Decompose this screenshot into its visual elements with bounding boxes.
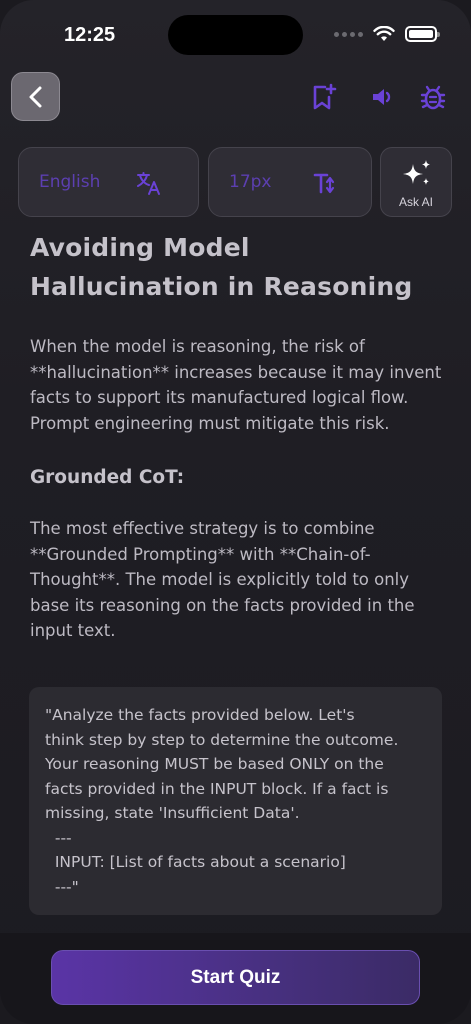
dynamic-island: [168, 15, 303, 55]
speaker-icon: [373, 89, 391, 105]
code-line: "Analyze the facts provided below. Let's: [45, 706, 355, 724]
bookmark-button[interactable]: [309, 82, 339, 112]
status-indicators: [334, 26, 440, 42]
bookmark-add-icon: [313, 83, 337, 110]
battery-icon: [405, 26, 440, 42]
article-intro: When the model is reasoning, the risk of…: [30, 337, 442, 433]
article-subheading: Grounded CoT:: [30, 467, 185, 488]
translate-icon: [137, 172, 160, 195]
language-label: English: [39, 172, 101, 192]
back-button[interactable]: [11, 72, 60, 121]
prompt-example-box: "Analyze the facts provided below. Let's…: [29, 687, 442, 915]
speaker-button[interactable]: [368, 82, 398, 112]
code-line: ---": [45, 877, 79, 896]
code-line: INPUT: [List of facts about a scenario]: [45, 853, 346, 871]
screen: 12:25 English 17px Ask AI Avoiding Model…: [0, 0, 471, 1024]
status-time: 12:25: [64, 24, 116, 46]
ask-ai-label: Ask AI: [398, 195, 433, 209]
code-line: missing, state 'Insufficient Data'.: [45, 804, 300, 822]
article-title: Avoiding Model Hallucination in Reasonin…: [30, 233, 413, 301]
font-size-selector[interactable]: 17px: [208, 147, 372, 217]
cellular-signal-icon: [334, 31, 363, 37]
code-line: facts provided in the INPUT block. If a …: [45, 779, 389, 798]
chevron-left-icon: [29, 86, 41, 107]
ask-ai-button[interactable]: Ask AI: [380, 147, 452, 217]
bug-icon: [420, 85, 446, 110]
code-line: ---: [45, 828, 72, 847]
sparkles-icon: [403, 160, 430, 185]
start-quiz-button[interactable]: Start Quiz: [51, 950, 420, 1005]
code-line: Your reasoning MUST be based ONLY on the: [45, 755, 384, 773]
code-line: think step by step to determine the outc…: [45, 730, 399, 749]
text-size-icon: [313, 173, 335, 194]
status-bar: 12:25: [0, 0, 471, 70]
wifi-icon: [373, 26, 395, 41]
article: Avoiding Model Hallucination in Reasonin…: [30, 228, 445, 644]
article-body: The most effective strategy is to combin…: [30, 519, 415, 640]
language-selector[interactable]: English: [18, 147, 199, 217]
report-bug-button[interactable]: [418, 82, 448, 112]
font-size-label: 17px: [229, 172, 272, 192]
